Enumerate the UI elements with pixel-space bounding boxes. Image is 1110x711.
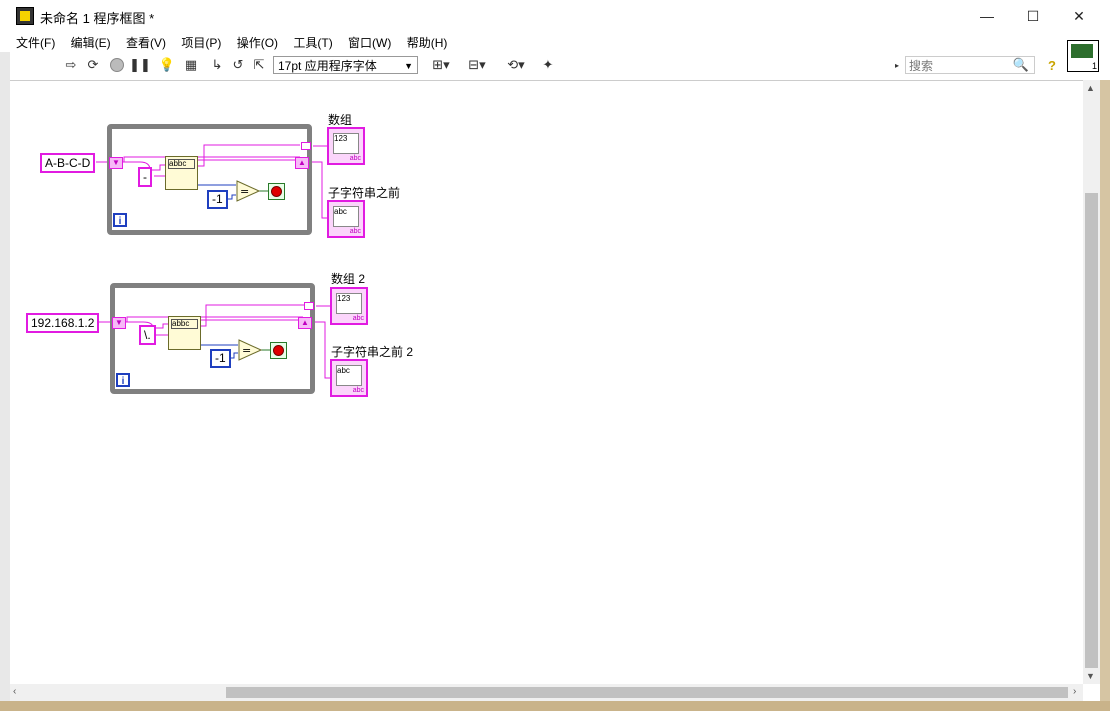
string-type-tag: abc — [352, 315, 364, 322]
substring-indicator-label-1: 子字符串之前 — [328, 186, 401, 200]
array-indicator-2[interactable]: 123 abc — [330, 287, 368, 325]
string-type-tag: abc — [349, 155, 361, 162]
substring-indicator-display: abc — [336, 365, 362, 386]
indexing-tunnel-1 — [301, 142, 311, 150]
indexing-tunnel-2 — [304, 302, 314, 310]
equal-node-2[interactable]: = — [238, 339, 263, 364]
shift-register-left-1[interactable]: ▼ — [109, 157, 123, 169]
string-constant-delimiter-2[interactable]: \. — [139, 325, 156, 345]
shift-register-left-2[interactable]: ▼ — [112, 317, 126, 329]
stop-terminal-1[interactable] — [268, 183, 285, 200]
horizontal-scroll-thumb[interactable] — [226, 687, 1068, 698]
substring-indicator-1[interactable]: abc abc — [327, 200, 365, 238]
match-pattern-node-2[interactable]: abbc — [168, 316, 201, 350]
scroll-up-icon[interactable]: ▲ — [1086, 83, 1095, 93]
numeric-constant-2[interactable]: -1 — [210, 349, 231, 368]
numeric-constant-1[interactable]: -1 — [207, 190, 228, 209]
match-pattern-node-1[interactable]: abbc — [165, 156, 198, 190]
equal-node-1[interactable]: = — [236, 180, 261, 205]
scroll-down-icon[interactable]: ▼ — [1086, 671, 1095, 681]
desktop-background — [0, 701, 1110, 711]
scroll-right-icon[interactable]: › — [1073, 686, 1076, 697]
array-indicator-display: 123 — [336, 293, 362, 314]
iteration-terminal-2: i — [116, 373, 130, 387]
vertical-scroll-thumb[interactable] — [1085, 193, 1098, 668]
array-indicator-1[interactable]: 123 abc — [327, 127, 365, 165]
string-constant-input-1[interactable]: A-B-C-D — [40, 153, 96, 173]
substring-indicator-label-2: 子字符串之前 2 — [331, 345, 414, 359]
string-constant-input-2[interactable]: 192.168.1.2 — [26, 313, 100, 333]
string-type-tag: abc — [352, 387, 364, 394]
array-indicator-display: 123 — [333, 133, 359, 154]
svg-text:=: = — [240, 185, 249, 198]
shift-register-right-2[interactable]: ▲ — [298, 317, 312, 329]
desktop-background — [1100, 80, 1110, 701]
array-indicator-label-1: 数组 — [328, 113, 353, 127]
iteration-terminal-1: i — [113, 213, 127, 227]
string-constant-delimiter-1[interactable]: - — [138, 167, 152, 187]
node-label: abbc — [171, 319, 198, 329]
substring-indicator-2[interactable]: abc abc — [330, 359, 368, 397]
node-label: abbc — [168, 159, 195, 169]
string-type-tag: abc — [349, 228, 361, 235]
scroll-left-icon[interactable]: ‹ — [13, 686, 16, 697]
shift-register-right-1[interactable]: ▲ — [295, 157, 309, 169]
substring-indicator-display: abc — [333, 206, 359, 227]
array-indicator-label-2: 数组 2 — [331, 272, 366, 286]
stop-terminal-2[interactable] — [270, 342, 287, 359]
svg-text:=: = — [242, 344, 251, 357]
